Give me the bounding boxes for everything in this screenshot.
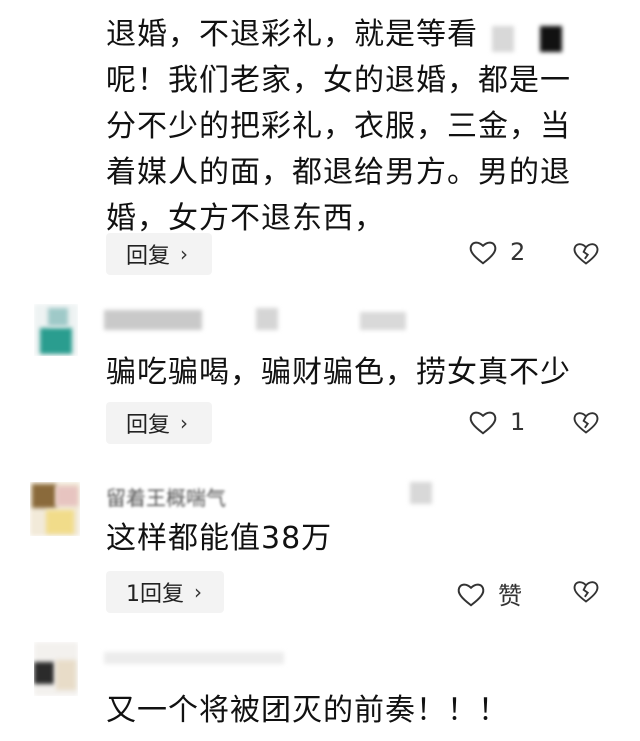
obscured-text-patch [492, 26, 514, 52]
reply-label: 回复 [126, 413, 171, 438]
obscured-meta [360, 312, 406, 330]
broken-heart-icon [572, 240, 600, 266]
comment-1-text: 退婚，不退彩礼，就是等看 呢！我们老家，女的退婚，都是一 分不少的把彩礼，衣服，… [106, 12, 606, 242]
chevron-right-icon: › [194, 580, 202, 604]
like-count: 赞 [498, 582, 522, 610]
like-button[interactable]: 2 [468, 238, 525, 266]
comment-3-text: 这样都能值38万 [106, 521, 333, 556]
like-count: 2 [510, 238, 526, 266]
dislike-button[interactable] [572, 409, 600, 435]
dislike-button[interactable] [572, 578, 600, 604]
comment-1-line-1: 退婚，不退彩礼，就是等看 [106, 17, 478, 52]
chevron-right-icon: › [180, 411, 189, 435]
avatar[interactable] [34, 304, 78, 356]
username-obscured [104, 652, 284, 664]
comment-4-text: 又一个将被团灭的前奏！！！ [106, 693, 509, 728]
dislike-button[interactable] [572, 240, 600, 266]
reply-button[interactable]: 回复 › [106, 233, 212, 275]
heart-outline-icon [468, 238, 498, 266]
comment-1-line-3: 分不少的把彩礼，衣服，三金，当 [106, 109, 571, 144]
obscured-badge [256, 308, 278, 330]
username-obscured [104, 310, 202, 330]
reply-button[interactable]: 回复 › [106, 402, 212, 444]
reply-label: 回复 [126, 244, 171, 269]
avatar[interactable] [34, 642, 78, 696]
broken-heart-icon [572, 409, 600, 435]
like-count: 1 [510, 408, 526, 436]
obscured-badge [410, 482, 432, 504]
username[interactable]: 留着王概喘气 [106, 482, 226, 511]
heart-outline-icon [456, 580, 486, 608]
comment-2-text: 骗吃骗喝，骗财骗色，捞女真不少 [106, 355, 571, 390]
comment-1-line-4: 着媒人的面，都退给男方。男的退 [106, 155, 571, 190]
broken-heart-icon [572, 578, 600, 604]
heart-outline-icon [468, 408, 498, 436]
like-button[interactable]: 赞 [456, 576, 522, 611]
chevron-right-icon: › [180, 242, 189, 266]
obscured-text-patch [540, 26, 562, 52]
like-button[interactable]: 1 [468, 408, 525, 436]
reply-button[interactable]: 1回复 › [106, 571, 224, 613]
reply-label: 1回复 [126, 582, 184, 607]
avatar[interactable] [30, 482, 80, 536]
comment-1-line-2: 呢！我们老家，女的退婚，都是一 [106, 63, 571, 98]
